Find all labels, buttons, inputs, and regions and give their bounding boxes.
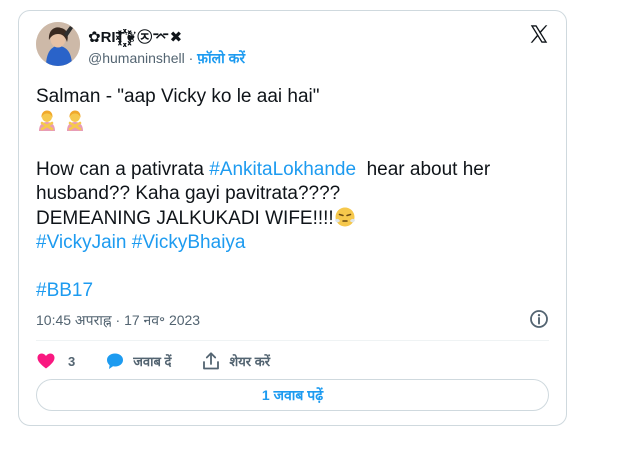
x-logo-icon[interactable]	[528, 23, 550, 45]
share-button[interactable]: शेयर करें	[201, 351, 270, 371]
share-label: शेयर करें	[229, 354, 271, 369]
divider	[36, 340, 549, 341]
user-handle[interactable]: @humaninshell	[88, 50, 185, 66]
like-button[interactable]: 3	[36, 351, 75, 371]
read-replies-button[interactable]: 1 जवाब पढ़ें	[36, 379, 549, 411]
tweet-card[interactable]: ✿RIT꙰꙰꙰꙰꙰❦㉨⌤✖ @humaninshell · फ़ॉलो करें…	[18, 10, 567, 426]
emoji-row	[36, 109, 546, 134]
tweet-line-5: DEMEANING JALKUKADI WIFE!!!!	[36, 206, 546, 231]
hashtag-vickybhaiya[interactable]: #VickyBhaiya	[132, 232, 246, 253]
person-gesturing-no-icon	[39, 110, 55, 131]
tweet-line-3-prefix: How can a pativrata	[36, 159, 210, 180]
reply-bubble-icon	[107, 353, 124, 369]
reply-button[interactable]: जवाब दें	[105, 351, 171, 371]
tweet-line-5-text: DEMEANING JALKUKADI WIFE!!!!	[36, 208, 334, 229]
heart-icon	[37, 353, 55, 369]
avatar[interactable]	[36, 22, 80, 66]
share-icon	[203, 352, 220, 370]
info-icon[interactable]	[529, 309, 549, 329]
hashtag-ankitalokhande[interactable]: #AnkitaLokhande	[209, 159, 356, 180]
avatar-image	[36, 22, 80, 66]
tweet-text: Salman - "aap Vicky ko le aai hai" How c…	[36, 85, 546, 303]
person-gesturing-no-icon	[67, 110, 83, 131]
tweet-line-1: Salman - "aap Vicky ko le aai hai"	[36, 86, 320, 107]
handle-separator: ·	[184, 50, 198, 66]
follow-button[interactable]: फ़ॉलो करें	[197, 50, 245, 66]
display-name[interactable]: ✿RIT꙰꙰꙰꙰꙰❦㉨⌤✖	[88, 26, 182, 47]
reply-label: जवाब दें	[133, 354, 172, 369]
tweet-line-4: husband?? Kaha gayi pavitrata????	[36, 183, 341, 204]
hashtag-vickyjain[interactable]: #VickyJain	[36, 232, 126, 253]
like-count: 3	[68, 353, 76, 369]
action-bar: 3 जवाब दें शेयर करें	[36, 349, 300, 373]
hashtag-row-bb17: #BB17	[36, 279, 546, 303]
handle-row: @humaninshell · फ़ॉलो करें	[88, 49, 245, 68]
tweet-line-3: How can a pativrata #AnkitaLokhande hear…	[36, 158, 546, 182]
hashtag-row: #VickyJain #VickyBhaiya	[36, 231, 546, 255]
face-with-steam-icon	[334, 207, 355, 227]
tweet-line-3-suffix: hear about her	[356, 159, 491, 180]
hashtag-bb17[interactable]: #BB17	[36, 280, 93, 301]
tweet-timestamp[interactable]: 10:45 अपराह्न · 17 नव॰ 2023	[36, 311, 200, 330]
